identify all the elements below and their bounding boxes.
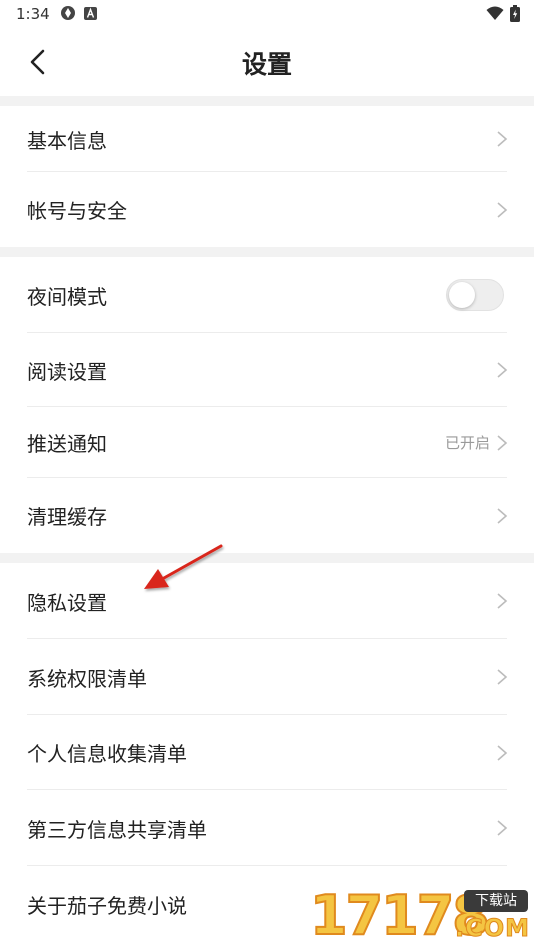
- watermark-badge: 下载站: [464, 890, 528, 912]
- toggle-knob: [449, 282, 475, 308]
- watermark-suffix: .COM: [454, 914, 530, 943]
- status-right: [486, 5, 520, 22]
- settings-row-basic-info[interactable]: 基本信息: [0, 106, 534, 172]
- section-gap: [0, 553, 534, 563]
- chevron-right-icon: [497, 201, 508, 218]
- settings-row-night-mode[interactable]: 夜间模式: [0, 257, 534, 333]
- chevron-right-icon: [497, 507, 508, 524]
- battery-icon: [510, 5, 520, 22]
- chevron-right-icon: [497, 593, 508, 609]
- chevron-right-icon: [497, 669, 508, 685]
- sync-icon: [61, 6, 75, 20]
- push-status-text: 已开启: [444, 434, 490, 452]
- chevron-right-icon: [497, 820, 508, 836]
- settings-row-clear-cache[interactable]: 清理缓存: [0, 478, 534, 553]
- section-gap: [0, 96, 534, 106]
- settings-row-privacy[interactable]: 隐私设置: [0, 563, 534, 639]
- row-label: 推送通知: [27, 432, 107, 456]
- wifi-icon: [486, 6, 504, 20]
- settings-row-third-party-list[interactable]: 第三方信息共享清单: [0, 790, 534, 866]
- row-label: 第三方信息共享清单: [27, 817, 207, 842]
- status-time: 1:34: [16, 5, 50, 23]
- nav-bar: 设置: [0, 28, 534, 96]
- settings-group-account: 基本信息 帐号与安全: [0, 106, 534, 247]
- row-label: 关于茄子免费小说: [27, 893, 187, 918]
- settings-row-reading[interactable]: 阅读设置: [0, 333, 534, 407]
- section-gap: [0, 247, 534, 257]
- settings-row-permission-list[interactable]: 系统权限清单: [0, 639, 534, 715]
- row-label: 清理缓存: [27, 505, 107, 529]
- night-mode-toggle[interactable]: [446, 279, 504, 311]
- chevron-right-icon: [497, 131, 508, 147]
- row-label: 基本信息: [27, 128, 107, 153]
- row-label: 帐号与安全: [27, 199, 127, 223]
- row-label: 夜间模式: [27, 284, 107, 309]
- settings-group-general: 夜间模式 阅读设置 推送通知 已开启 清理缓存: [0, 257, 534, 553]
- row-label: 阅读设置: [27, 359, 107, 384]
- row-label: 个人信息收集清单: [27, 742, 187, 766]
- row-label: 隐私设置: [27, 590, 107, 615]
- chevron-right-icon: [497, 434, 508, 451]
- watermark-logo: 17178 下载站 .COM: [309, 882, 532, 948]
- a-badge-icon: [84, 7, 97, 20]
- status-bar: 1:34: [0, 0, 534, 28]
- row-label: 系统权限清单: [27, 666, 147, 691]
- page-title: 设置: [241, 50, 292, 79]
- settings-row-personal-info-list[interactable]: 个人信息收集清单: [0, 715, 534, 790]
- chevron-right-icon: [497, 362, 508, 378]
- settings-row-account-security[interactable]: 帐号与安全: [0, 172, 534, 247]
- settings-row-push-notification[interactable]: 推送通知 已开启: [0, 407, 534, 478]
- chevron-right-icon: [497, 744, 508, 761]
